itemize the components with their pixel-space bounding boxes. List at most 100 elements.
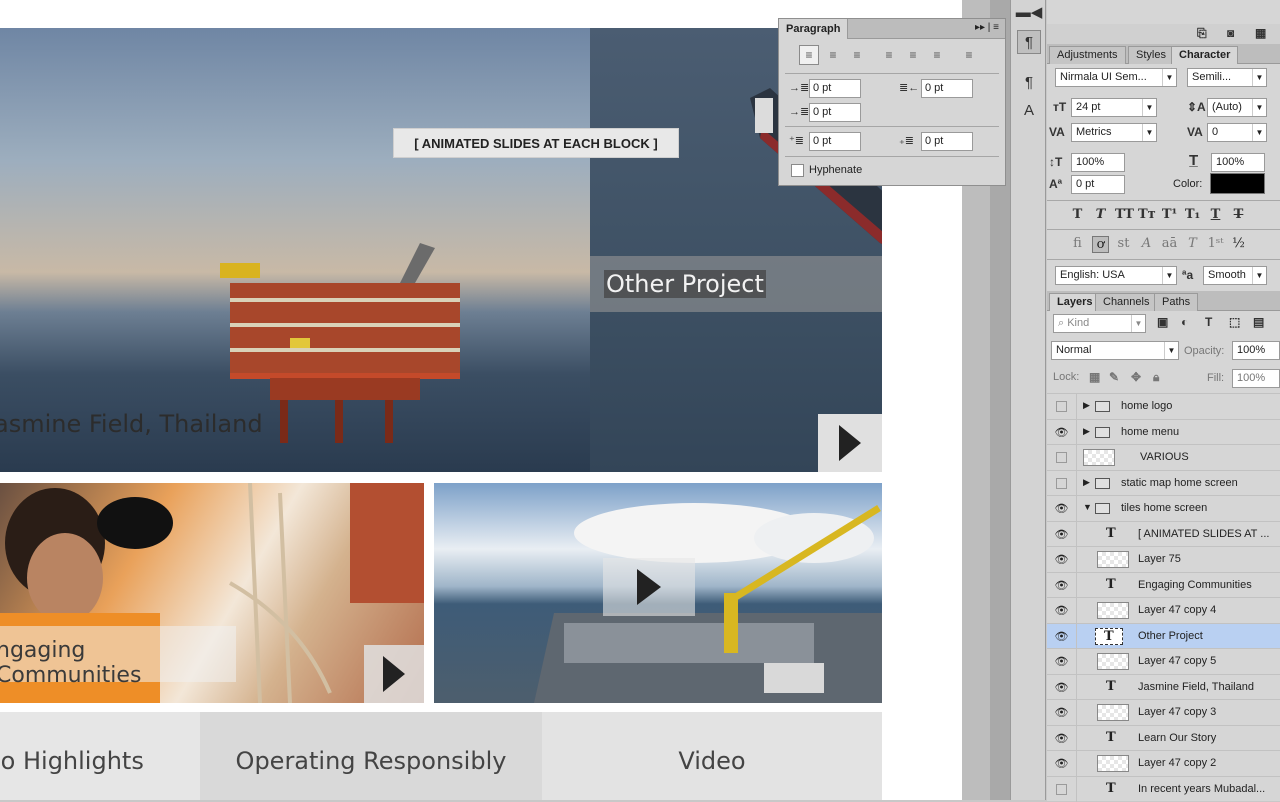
justify-last-left-icon[interactable]: ≡ (879, 45, 899, 65)
eye-icon[interactable]: 👁︎ (1047, 521, 1077, 547)
eye-icon[interactable]: 👁︎ (1047, 649, 1077, 674)
filter-type-icon[interactable]: T (1205, 315, 1212, 329)
small-caps-icon[interactable]: Tт (1138, 207, 1156, 222)
lock-position-icon[interactable]: ✥ (1131, 370, 1141, 384)
nav-highlights[interactable]: io Highlights (0, 712, 200, 800)
tab-paths[interactable]: Paths (1154, 293, 1199, 311)
layer-row[interactable]: 👁︎ T Other Project (1047, 622, 1280, 649)
layer-row[interactable]: 👁︎ Layer 47 copy 4 (1047, 597, 1280, 623)
superscript-icon[interactable]: T¹ (1161, 207, 1178, 222)
tab-channels[interactable]: Channels (1095, 293, 1158, 311)
discretionary-ligatures-icon[interactable]: st (1115, 236, 1132, 253)
stylistic-alternates-icon[interactable]: aā (1161, 236, 1178, 253)
layer-group-row[interactable]: ▶ home logo (1047, 393, 1280, 419)
eye-icon[interactable]: 👁︎ (1047, 751, 1077, 776)
expand-triangle-icon[interactable]: ▶ (1083, 400, 1090, 411)
paragraph-styles-icon[interactable]: ¶ (1017, 70, 1041, 94)
justify-all-icon[interactable]: ≡ (959, 45, 979, 65)
leading-select[interactable]: (Auto) ▼ (1207, 98, 1267, 117)
justify-last-right-icon[interactable]: ≡ (927, 45, 947, 65)
camera-icon[interactable]: ◙ (1227, 26, 1234, 40)
collapse-triangle-icon[interactable]: ▼ (1083, 502, 1092, 512)
visibility-toggle[interactable] (1047, 445, 1077, 470)
next-slide-button[interactable] (818, 414, 882, 472)
eye-icon[interactable]: 👁︎ (1047, 598, 1077, 623)
fill-field[interactable]: 100% (1232, 369, 1280, 388)
trash-icon[interactable]: ▦ (1255, 26, 1266, 40)
horizontal-scale-field[interactable]: 100% (1211, 153, 1265, 172)
filter-adjustment-icon[interactable]: ◐ (1181, 315, 1188, 329)
fractions-icon[interactable]: ½ (1230, 236, 1247, 253)
visibility-toggle[interactable] (1047, 776, 1077, 802)
layer-row[interactable]: 👁︎ T [ ANIMATED SLIDES AT ... (1047, 520, 1280, 547)
all-caps-icon[interactable]: TT (1115, 207, 1134, 222)
layer-group-row[interactable]: ▶ static map home screen (1047, 469, 1280, 496)
antialias-select[interactable]: Smooth ▼ (1203, 266, 1267, 285)
eye-icon[interactable]: 👁︎ (1047, 674, 1077, 700)
font-style-select[interactable]: Semili... ▼ (1187, 68, 1267, 87)
brush-tool-icon[interactable]: ▬◀ (1016, 0, 1043, 24)
indent-first-line-field[interactable]: 0 pt (809, 103, 861, 122)
titling-icon[interactable]: T (1184, 236, 1201, 253)
tab-layers[interactable]: Layers (1049, 293, 1101, 311)
eye-icon[interactable]: 👁︎ (1047, 496, 1077, 521)
tab-character[interactable]: Character (1171, 46, 1239, 64)
faux-italic-icon[interactable]: T (1092, 207, 1109, 222)
eye-icon[interactable]: 👁︎ (1047, 572, 1077, 598)
baseline-shift-field[interactable]: 0 pt (1071, 175, 1125, 194)
justify-last-center-icon[interactable]: ≡ (903, 45, 923, 65)
kerning-select[interactable]: Metrics ▼ (1071, 123, 1157, 142)
font-size-select[interactable]: 24 pt ▼ (1071, 98, 1157, 117)
underline-icon[interactable]: T (1207, 207, 1224, 222)
layer-group-row[interactable]: 👁︎ ▼ tiles home screen (1047, 495, 1280, 521)
layer-row[interactable]: VARIOUS (1047, 444, 1280, 470)
eye-icon[interactable]: 👁︎ (1047, 725, 1077, 751)
align-right-icon[interactable]: ≡ (847, 45, 867, 65)
contextual-alternates-icon[interactable]: ơ (1092, 236, 1109, 253)
nav-video[interactable]: Video (542, 712, 882, 800)
layer-row[interactable]: 👁︎ T Learn Our Story (1047, 724, 1280, 751)
new-layer-comp-icon[interactable]: ⎘ (1197, 26, 1207, 41)
strikethrough-icon[interactable]: T (1230, 207, 1247, 222)
lock-all-icon[interactable]: 🔒︎ (1153, 370, 1159, 385)
engaging-next-button[interactable] (364, 645, 424, 703)
eye-icon[interactable]: 👁︎ (1047, 547, 1077, 572)
character-styles-icon[interactable]: A (1017, 98, 1041, 122)
layer-row[interactable]: T In recent years Mubadal... (1047, 775, 1280, 802)
visibility-toggle[interactable] (1047, 394, 1077, 419)
text-color-swatch[interactable] (1210, 173, 1265, 194)
ordinals-icon[interactable]: 1ˢᵗ (1207, 236, 1224, 253)
layer-row[interactable]: 👁︎ Layer 47 copy 2 (1047, 750, 1280, 776)
align-left-icon[interactable]: ≡ (799, 45, 819, 65)
layer-kind-filter[interactable]: ⌕ Kind ▼ (1053, 314, 1146, 333)
layer-row[interactable]: 👁︎ Layer 75 (1047, 546, 1280, 572)
ligatures-icon[interactable]: fi (1069, 236, 1086, 253)
lock-image-icon[interactable]: ✎ (1109, 370, 1119, 384)
font-family-select[interactable]: Nirmala UI Sem... ▼ (1055, 68, 1177, 87)
subscript-icon[interactable]: T₁ (1184, 207, 1201, 222)
eye-icon[interactable]: 👁︎ (1047, 623, 1077, 649)
paragraph-tab[interactable]: Paragraph (779, 19, 849, 39)
indent-right-field[interactable]: 0 pt (921, 79, 973, 98)
eye-icon[interactable]: 👁︎ (1047, 700, 1077, 725)
space-before-field[interactable]: 0 pt (809, 132, 861, 151)
expand-triangle-icon[interactable]: ▶ (1083, 477, 1090, 488)
filter-pixel-icon[interactable]: ▣ (1157, 315, 1168, 329)
filter-shape-icon[interactable]: ⬚ (1229, 315, 1240, 329)
video-play-button[interactable] (603, 558, 695, 616)
layer-row[interactable]: 👁︎ T Engaging Communities (1047, 571, 1280, 598)
tracking-select[interactable]: 0 ▼ (1207, 123, 1267, 142)
tab-styles[interactable]: Styles (1128, 46, 1174, 64)
hyphenate-checkbox[interactable] (791, 164, 804, 177)
filter-smart-object-icon[interactable]: ▤ (1253, 315, 1264, 329)
tab-adjustments[interactable]: Adjustments (1049, 46, 1126, 64)
eye-icon[interactable]: 👁︎ (1047, 419, 1077, 445)
nav-operating-responsibly[interactable]: Operating Responsibly (200, 712, 542, 800)
space-after-field[interactable]: 0 pt (921, 132, 973, 151)
lock-transparent-icon[interactable]: ▦ (1089, 370, 1100, 384)
opacity-field[interactable]: 100% (1232, 341, 1280, 360)
layer-row[interactable]: 👁︎ Layer 47 copy 3 (1047, 699, 1280, 725)
vertical-scale-field[interactable]: 100% (1071, 153, 1125, 172)
layer-row[interactable]: 👁︎ T Jasmine Field, Thailand (1047, 673, 1280, 700)
faux-bold-icon[interactable]: T (1069, 207, 1086, 222)
